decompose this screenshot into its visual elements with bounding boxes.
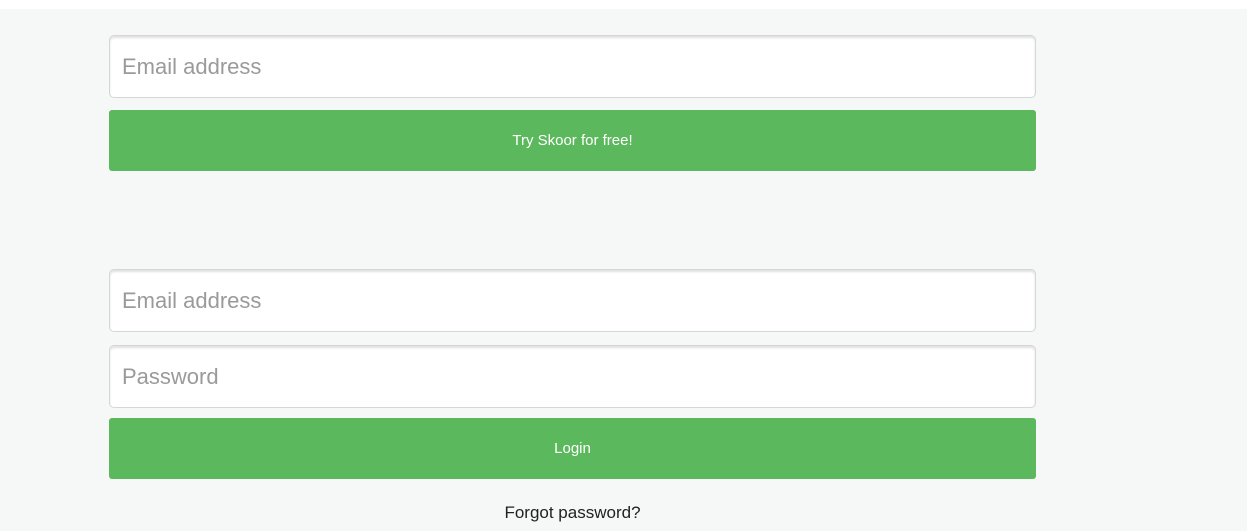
login-button[interactable]: Login xyxy=(109,418,1036,479)
login-email-input[interactable] xyxy=(109,269,1036,332)
signup-email-input[interactable] xyxy=(109,35,1036,98)
try-free-button[interactable]: Try Skoor for free! xyxy=(109,110,1036,171)
forgot-password-link[interactable]: Forgot password? xyxy=(109,503,1036,523)
login-password-input[interactable] xyxy=(109,345,1036,408)
